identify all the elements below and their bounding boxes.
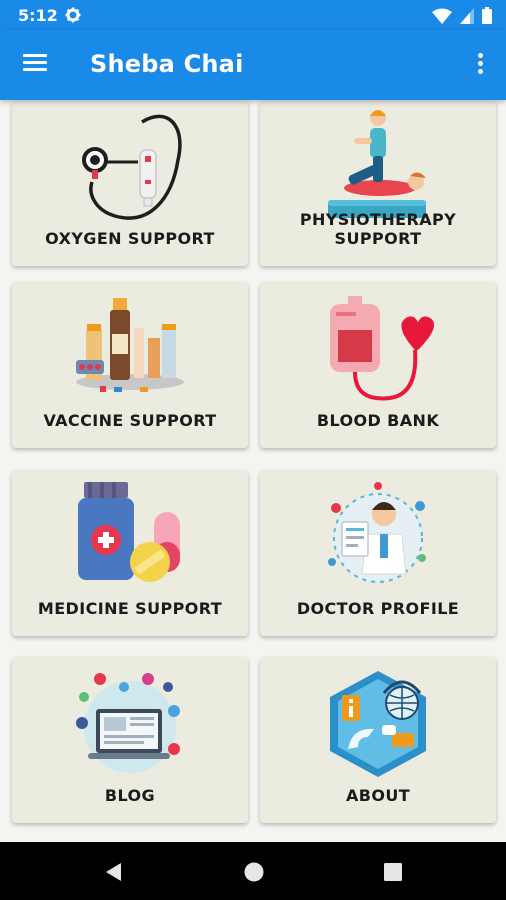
card-label: ABOUT	[345, 786, 411, 805]
blog-card[interactable]: BLOG	[12, 657, 248, 823]
recent-apps-icon[interactable]	[382, 861, 404, 883]
vaccine-bottles-icon	[76, 297, 184, 392]
card-label: DOCTOR PROFILE	[296, 599, 460, 618]
about-info-icon	[330, 670, 426, 777]
blog-laptop-icon	[76, 672, 180, 773]
battery-icon	[482, 7, 492, 24]
cellular-signal-icon	[460, 7, 474, 24]
medicine-support-card[interactable]: MEDICINE SUPPORT	[12, 470, 248, 636]
app-title: Sheba Chai	[90, 50, 244, 78]
home-icon[interactable]	[243, 861, 265, 883]
card-label: BLOG	[104, 786, 156, 805]
card-label: OXYGEN SUPPORT	[45, 229, 215, 248]
card-label: VACCINE SUPPORT	[43, 411, 217, 430]
doctor-profile-card[interactable]: DOCTOR PROFILE	[260, 470, 496, 636]
status-bar: 5:12	[0, 0, 506, 30]
back-icon[interactable]	[103, 861, 125, 883]
service-grid: OXYGEN SUPPORT PHYSIOTHERAPY SUPPORT VAC…	[0, 100, 506, 842]
about-card[interactable]: ABOUT	[260, 657, 496, 823]
blood-bag-icon	[330, 295, 435, 400]
hamburger-menu-icon[interactable]	[18, 50, 52, 80]
app-bar: Sheba Chai	[0, 30, 506, 100]
blood-bank-card[interactable]: BLOOD BANK	[260, 282, 496, 448]
wifi-icon	[432, 8, 452, 24]
physiotherapy-support-card[interactable]: PHYSIOTHERAPY SUPPORT	[260, 100, 496, 266]
oxygen-support-card[interactable]: OXYGEN SUPPORT	[12, 100, 248, 266]
vaccine-support-card[interactable]: VACCINE SUPPORT	[12, 282, 248, 448]
card-label: PHYSIOTHERAPY SUPPORT	[299, 210, 457, 248]
status-time: 5:12	[18, 6, 58, 25]
medicine-bottle-pill-icon	[78, 481, 180, 582]
more-vertical-icon[interactable]	[468, 50, 492, 80]
settings-gear-icon	[65, 7, 81, 23]
physiotherapy-icon	[328, 109, 426, 218]
oxygen-mask-icon	[82, 114, 182, 220]
system-nav-bar	[0, 842, 506, 900]
doctor-icon	[328, 481, 426, 583]
card-label: BLOOD BANK	[316, 411, 440, 430]
card-label: MEDICINE SUPPORT	[37, 599, 223, 618]
